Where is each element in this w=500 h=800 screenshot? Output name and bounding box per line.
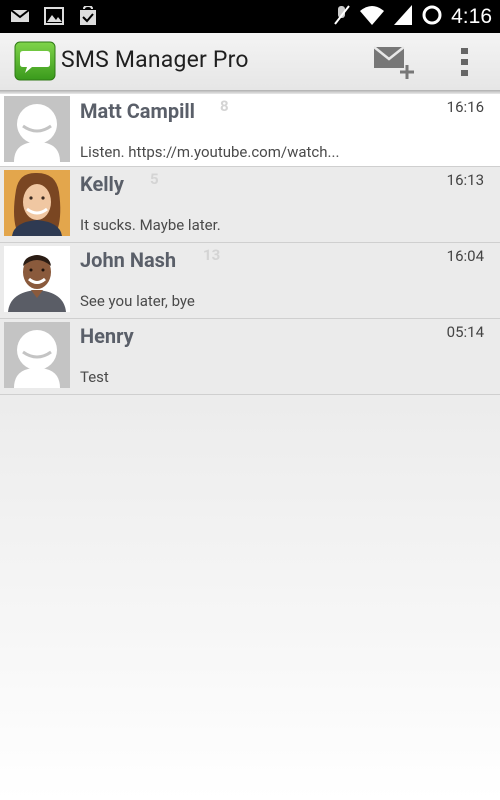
mute-icon <box>333 4 351 30</box>
avatar-photo <box>4 170 70 236</box>
contact-name: John Nash <box>80 248 177 272</box>
conversation-row[interactable]: Matt Campill 8 16:16 Listen. https://m.y… <box>0 94 500 167</box>
message-count: 13 <box>203 246 221 264</box>
message-count: 8 <box>220 97 229 115</box>
conversation-row[interactable]: Henry 05:14 Test <box>0 319 500 395</box>
avatar-photo <box>4 246 70 312</box>
play-store-icon <box>78 4 98 30</box>
message-time: 16:13 <box>446 171 484 189</box>
status-bar: 4:16 <box>0 0 500 33</box>
message-preview: See you later, bye <box>80 292 195 310</box>
contact-name: Henry <box>80 324 134 348</box>
app-title: SMS Manager Pro <box>61 46 249 73</box>
conversation-row[interactable]: Kelly 5 16:13 It sucks. Maybe later. <box>0 167 500 243</box>
conversation-list: Matt Campill 8 16:16 Listen. https://m.y… <box>0 94 500 395</box>
message-preview: It sucks. Maybe later. <box>80 216 221 234</box>
signal-icon <box>393 4 413 30</box>
message-preview: Listen. https://m.youtube.com/watch... <box>80 143 340 161</box>
contact-name: Kelly <box>80 172 124 196</box>
message-time: 05:14 <box>446 323 484 341</box>
gmail-icon <box>10 8 30 28</box>
message-preview: Test <box>80 368 109 386</box>
status-time: 4:16 <box>451 5 492 28</box>
message-count: 5 <box>150 170 159 188</box>
message-time: 16:16 <box>446 98 484 116</box>
avatar <box>4 96 70 162</box>
overflow-menu-button[interactable] <box>455 45 475 79</box>
new-message-button[interactable] <box>372 43 418 81</box>
contact-name: Matt Campill <box>80 99 195 123</box>
avatar <box>4 322 70 388</box>
action-bar: SMS Manager Pro <box>0 33 500 90</box>
gallery-icon <box>44 7 64 29</box>
message-time: 16:04 <box>446 247 484 265</box>
conversation-row[interactable]: John Nash 13 16:04 See you later, bye <box>0 243 500 319</box>
loading-icon <box>421 4 443 30</box>
app-logo-icon <box>14 41 56 81</box>
wifi-icon <box>359 4 385 30</box>
